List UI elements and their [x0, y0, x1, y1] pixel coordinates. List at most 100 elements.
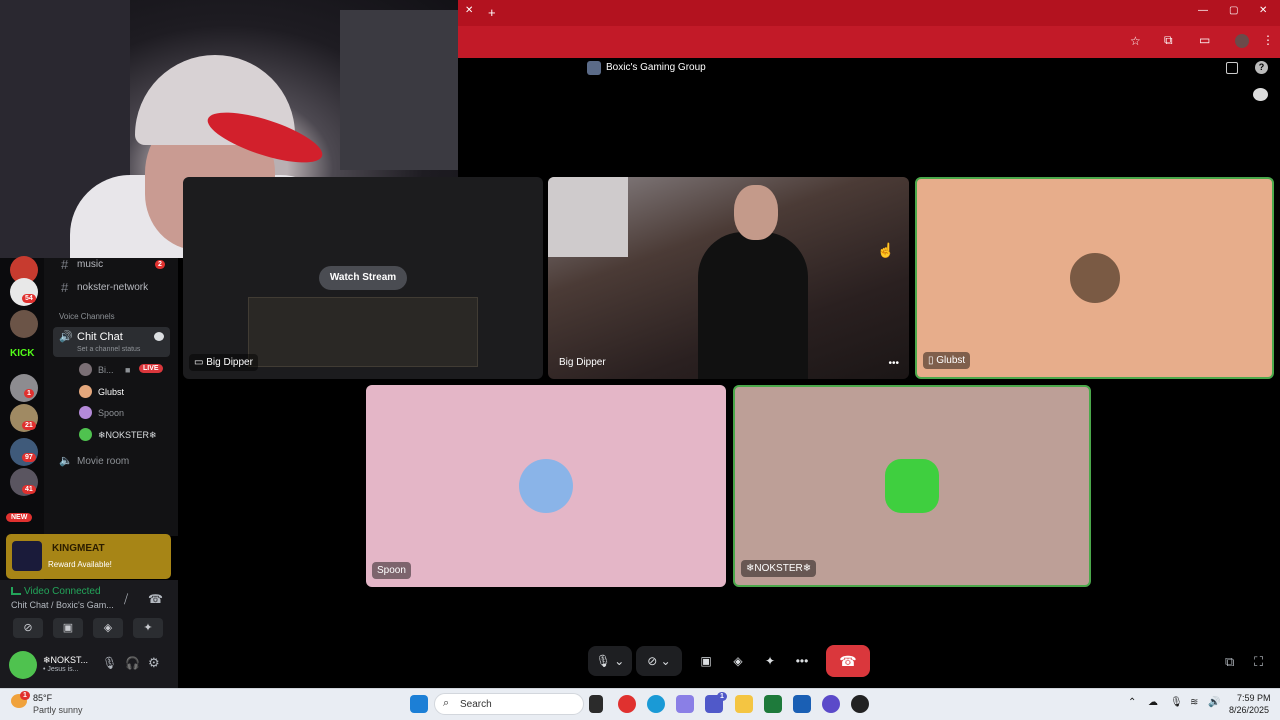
- taskbar-search[interactable]: ⌕ Search: [434, 693, 584, 715]
- windows-taskbar: [0, 688, 1280, 720]
- server-badge: 1: [24, 389, 34, 398]
- microphone-icon[interactable]: 🎙: [1170, 697, 1183, 708]
- onedrive-icon[interactable]: ☁: [1148, 697, 1158, 708]
- gear-icon[interactable]: ⚙: [148, 655, 160, 671]
- camera-button[interactable]: ⊘ ⌄: [636, 646, 682, 676]
- soundboard-button[interactable]: ✦: [756, 646, 784, 676]
- end-call-button[interactable]: ☎: [826, 645, 870, 677]
- voice-channels-header[interactable]: Voice Channels: [59, 312, 115, 321]
- chrome-icon[interactable]: [618, 695, 636, 713]
- reward-icon: [12, 541, 42, 571]
- screen-share-button[interactable]: ▣: [53, 618, 83, 638]
- microphone-icon[interactable]: 🎙: [102, 656, 117, 670]
- server-icon-4[interactable]: [10, 374, 38, 402]
- tile-label-cam: Big Dipper: [559, 357, 606, 368]
- user-status: • Jesus is...: [43, 666, 79, 673]
- activity-button[interactable]: ◈: [724, 646, 752, 676]
- cast-icon[interactable]: ▭: [1199, 33, 1210, 47]
- more-button[interactable]: •••: [788, 646, 816, 676]
- clock-time[interactable]: 7:59 PM: [1237, 693, 1271, 703]
- star-icon[interactable]: ☆: [1130, 34, 1141, 48]
- chevron-down-icon[interactable]: ⌄: [614, 654, 624, 668]
- wifi-icon[interactable]: ≋: [1190, 697, 1198, 708]
- volume-icon[interactable]: 🔊: [1208, 697, 1220, 708]
- voice-user-spoon[interactable]: Spoon: [98, 408, 124, 418]
- excel-icon[interactable]: [764, 695, 782, 713]
- voice-user-bigdipper[interactable]: Bi...: [98, 365, 114, 375]
- windows-start-icon[interactable]: [410, 695, 428, 713]
- store-icon[interactable]: [793, 695, 811, 713]
- camera-off-icon: ⊘: [647, 654, 658, 668]
- maximize-button[interactable]: ▢: [1229, 5, 1238, 16]
- avatar: [1067, 251, 1122, 305]
- screen-share-button[interactable]: ▣: [692, 646, 720, 676]
- server-badge: 21: [22, 421, 36, 430]
- speaker-icon: 🔈: [59, 455, 73, 467]
- signal-icon[interactable]: [11, 587, 21, 595]
- user-name[interactable]: ❄NOKST...: [43, 655, 88, 666]
- file-explorer-icon[interactable]: [735, 695, 753, 713]
- noise-suppression-icon[interactable]: ⧸: [124, 592, 128, 607]
- headphones-icon[interactable]: 🎧: [125, 656, 140, 670]
- chevron-down-icon[interactable]: ⌄: [661, 654, 671, 668]
- video-tile-glubst[interactable]: ▯ Glubst: [915, 177, 1274, 379]
- connection-channel[interactable]: Chit Chat / Boxic's Gam...: [11, 600, 114, 610]
- server-icon-3[interactable]: [10, 310, 38, 338]
- reward-banner[interactable]: KINGMEAT Reward Available!: [6, 534, 171, 579]
- weather-temp[interactable]: 85°F: [33, 693, 52, 703]
- window-close-button[interactable]: ✕: [1259, 5, 1267, 16]
- tile-name: Glubst: [936, 355, 966, 366]
- fullscreen-icon[interactable]: ⛶: [1254, 654, 1263, 670]
- voice-user-glubst[interactable]: Glubst: [98, 387, 124, 397]
- profile-avatar[interactable]: [1235, 34, 1249, 48]
- edge-icon[interactable]: [647, 695, 665, 713]
- chat-icon[interactable]: [1253, 88, 1268, 101]
- chevron-up-icon[interactable]: ⌃: [1128, 697, 1136, 708]
- close-tab-button[interactable]: ✕: [465, 5, 473, 16]
- tile-label-spoon: Spoon: [372, 562, 411, 579]
- chat-bubble-icon[interactable]: [154, 332, 164, 341]
- server-badge: 54: [22, 294, 36, 303]
- search-icon: ⌕: [443, 697, 450, 709]
- video-tile-spoon[interactable]: Spoon: [366, 385, 726, 587]
- connection-status: Video Connected: [24, 586, 101, 597]
- extensions-icon[interactable]: ⧉: [1164, 33, 1173, 48]
- avatar: [79, 428, 92, 441]
- minimize-button[interactable]: —: [1198, 5, 1208, 16]
- server-badge: 41: [22, 485, 36, 494]
- kebab-menu-icon[interactable]: ⋮: [1262, 33, 1274, 47]
- popout-icon[interactable]: ⧉: [1225, 654, 1234, 670]
- new-badge: NEW: [6, 513, 33, 522]
- server-icon-6[interactable]: [10, 438, 38, 466]
- new-tab-button[interactable]: +: [488, 5, 496, 20]
- channel-music[interactable]: music: [77, 259, 103, 270]
- copilot-icon[interactable]: [676, 695, 694, 713]
- voice-user-nokster[interactable]: ❄NOKSTER❄: [98, 430, 157, 441]
- channel-nokster-network[interactable]: nokster-network: [77, 282, 148, 293]
- video-tile-bigdipper[interactable]: Big Dipper •••: [548, 177, 909, 379]
- video-tile-nokster[interactable]: ❄NOKSTER❄: [733, 385, 1091, 587]
- clock-date[interactable]: 8/26/2025: [1229, 705, 1269, 715]
- help-icon[interactable]: ?: [1255, 61, 1268, 74]
- channel-status[interactable]: Set a channel status: [77, 346, 140, 353]
- mute-button[interactable]: 🎙 ⌄: [588, 646, 632, 676]
- chit-chat-label: Chit Chat: [77, 331, 123, 343]
- task-view-icon[interactable]: [589, 695, 603, 713]
- kick-server-icon[interactable]: KICK: [10, 348, 34, 359]
- disconnect-icon[interactable]: ☎: [148, 592, 163, 606]
- more-options-icon[interactable]: •••: [888, 358, 899, 369]
- camera-off-button[interactable]: ⊘: [13, 618, 43, 638]
- app-icon[interactable]: [822, 695, 840, 713]
- activity-button[interactable]: ◈: [93, 618, 123, 638]
- avatar: [79, 385, 92, 398]
- inbox-icon[interactable]: [1226, 62, 1238, 74]
- tile-label-glubst: ▯ Glubst: [923, 352, 971, 369]
- channel-movie-room[interactable]: Movie room: [77, 456, 129, 467]
- watch-stream-button[interactable]: Watch Stream: [319, 266, 407, 290]
- app-icon-2[interactable]: [851, 695, 869, 713]
- browser-titlebar: ✕ + — ▢ ✕: [458, 0, 1280, 26]
- server-title: Boxic's Gaming Group: [606, 62, 706, 73]
- avatar[interactable]: [9, 651, 37, 679]
- doorway: [548, 177, 628, 257]
- soundboard-button[interactable]: ✦: [133, 618, 163, 638]
